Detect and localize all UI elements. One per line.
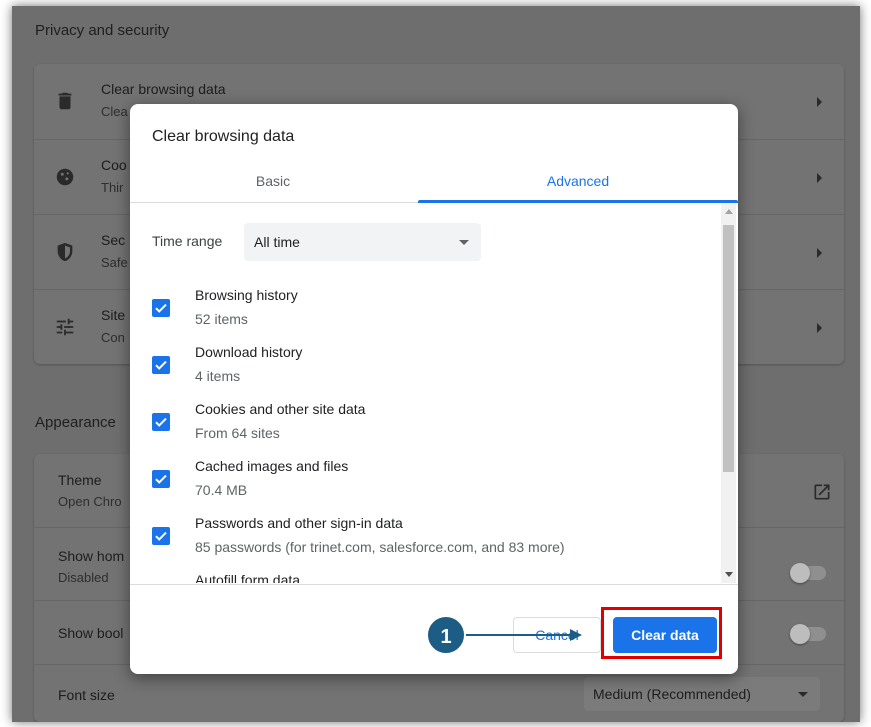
- checkbox-item-autofill: Autofill form data: [152, 572, 712, 583]
- time-range-select[interactable]: All time: [244, 223, 481, 261]
- row-title: Sec: [101, 232, 126, 248]
- scroll-up-arrow-icon[interactable]: [725, 209, 733, 214]
- checkbox-passwords[interactable]: [152, 527, 170, 545]
- checkbox-title: Browsing history: [195, 287, 298, 303]
- checkbox-subtitle: 85 passwords (for trinet.com, salesforce…: [195, 539, 565, 555]
- chevron-right-icon: [817, 173, 822, 183]
- checkbox-title: Cached images and files: [195, 458, 349, 474]
- check-icon: [155, 531, 167, 541]
- check-icon: [155, 417, 167, 427]
- row-subtitle: Con: [101, 330, 125, 345]
- checkbox-item-download-history: Download history 4 items: [152, 344, 712, 396]
- toggle-knob: [790, 624, 810, 644]
- checkbox-subtitle: 4 items: [195, 368, 241, 384]
- open-external-icon[interactable]: [812, 482, 832, 502]
- checkbox-title: Cookies and other site data: [195, 401, 366, 417]
- row-title: Clear browsing data: [101, 81, 226, 97]
- row-subtitle: Disabled: [58, 570, 109, 585]
- dropdown-arrow-icon: [798, 692, 808, 697]
- home-button-toggle[interactable]: [790, 563, 826, 583]
- browser-window: Privacy and security Clear browsing data…: [12, 6, 860, 722]
- chevron-right-icon: [817, 248, 822, 258]
- time-range-value: All time: [254, 234, 300, 250]
- check-icon: [155, 303, 167, 313]
- tune-icon: [56, 318, 74, 336]
- row-title: Site: [101, 307, 126, 323]
- dialog-title: Clear browsing data: [152, 128, 295, 145]
- checkbox-item-cookies: Cookies and other site data From 64 site…: [152, 401, 712, 453]
- checkbox-subtitle: From 64 sites: [195, 425, 280, 441]
- dialog-tabs: Basic Advanced: [130, 162, 738, 203]
- dialog-scrollbar[interactable]: [721, 203, 736, 583]
- check-icon: [155, 474, 167, 484]
- row-title: Coo: [101, 157, 127, 173]
- row-subtitle: Open Chro: [58, 494, 122, 509]
- time-range-label: Time range: [152, 233, 223, 249]
- toggle-knob: [790, 563, 810, 583]
- checkbox-browsing-history[interactable]: [152, 299, 170, 317]
- dropdown-arrow-icon: [459, 240, 469, 245]
- check-icon: [155, 360, 167, 370]
- scrollbar-thumb[interactable]: [723, 225, 734, 472]
- tab-basic[interactable]: Basic: [130, 162, 416, 202]
- clear-browsing-data-dialog: Clear browsing data Basic Advanced Time …: [130, 104, 738, 674]
- font-size-select[interactable]: Medium (Recommended): [584, 677, 820, 711]
- font-size-value: Medium (Recommended): [593, 686, 751, 702]
- tab-advanced[interactable]: Advanced: [418, 162, 738, 203]
- shield-icon: [57, 242, 73, 262]
- checkbox-subtitle: 70.4 MB: [195, 482, 248, 498]
- checkbox-item-cached-images: Cached images and files 70.4 MB: [152, 458, 712, 510]
- checkbox-download-history[interactable]: [152, 356, 170, 374]
- checkbox-title: Passwords and other sign-in data: [195, 515, 403, 531]
- clear-data-highlight-box: [601, 607, 722, 659]
- checkbox-subtitle: 52 items: [195, 311, 248, 327]
- bookmarks-bar-toggle[interactable]: [790, 624, 826, 644]
- scroll-down-arrow-icon[interactable]: [725, 572, 733, 577]
- checkbox-item-passwords: Passwords and other sign-in data 85 pass…: [152, 515, 712, 567]
- row-subtitle: Safe: [101, 255, 128, 270]
- dialog-body: Time range All time Browsing history 52 …: [130, 203, 738, 583]
- checkbox-cookies[interactable]: [152, 413, 170, 431]
- checkbox-title: Autofill form data: [195, 572, 301, 583]
- chevron-right-icon: [817, 97, 822, 107]
- checkbox-item-browsing-history: Browsing history 52 items: [152, 287, 712, 339]
- row-title: Show bool: [58, 625, 124, 641]
- row-subtitle: Clea: [101, 104, 128, 119]
- row-title: Theme: [58, 472, 102, 488]
- cancel-button[interactable]: Cancel: [513, 617, 601, 653]
- row-title: Show hom: [58, 548, 125, 564]
- row-title: Font size: [58, 687, 115, 703]
- trash-icon: [58, 92, 72, 110]
- chevron-right-icon: [817, 323, 822, 333]
- step-number-badge: 1: [426, 615, 466, 655]
- cookie-icon: [56, 168, 74, 186]
- appearance-section-title: Appearance: [35, 414, 116, 431]
- privacy-section-title: Privacy and security: [35, 22, 170, 39]
- row-subtitle: Thir: [101, 180, 124, 195]
- checkbox-title: Download history: [195, 344, 303, 360]
- checkbox-cached-images[interactable]: [152, 470, 170, 488]
